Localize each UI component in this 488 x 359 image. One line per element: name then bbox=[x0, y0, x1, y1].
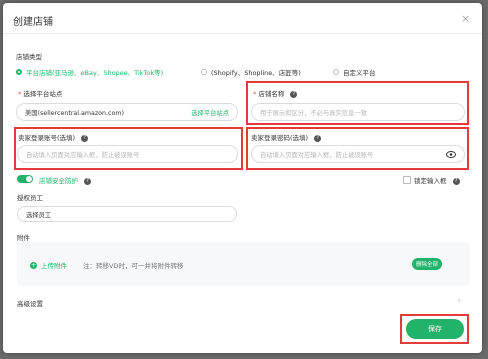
dialog-title: 创建店铺 bbox=[13, 17, 53, 28]
upload-attachment-button[interactable]: + 上传附件 bbox=[30, 260, 67, 270]
attachment-note: 注：转移VD时，可一并将附件转移 bbox=[83, 262, 184, 270]
plus-icon: + bbox=[30, 261, 37, 269]
security-label: 店铺安全防护 ? bbox=[39, 175, 92, 185]
seller-account-placeholder: 自动填入页面对应输入框，防止被误账号 bbox=[26, 151, 140, 159]
required-mark: * bbox=[253, 90, 257, 98]
help-icon: ? bbox=[290, 90, 298, 98]
store-name-label-text: 店铺名称 bbox=[258, 90, 285, 98]
radio-custom-platform[interactable]: 自定义平台 bbox=[333, 67, 376, 77]
platform-site-label-text: 选择平台站点 bbox=[23, 90, 63, 98]
radio-dot-icon bbox=[16, 69, 22, 75]
security-toggle[interactable] bbox=[17, 175, 33, 183]
employee-placeholder: 选择员工 bbox=[26, 211, 52, 219]
seller-account-label: 卖家登录账号(选填) ? bbox=[18, 132, 89, 142]
select-platform-site-link[interactable]: 选择平台站点 bbox=[191, 108, 229, 117]
help-icon: ? bbox=[84, 177, 92, 185]
help-icon: ? bbox=[452, 177, 460, 185]
platform-site-label: * 选择平台站点 bbox=[18, 88, 62, 98]
radio-platform-store[interactable]: 平台店铺(亚马逊、eBay、Shopee、TikTok等) bbox=[16, 67, 163, 77]
help-icon: ? bbox=[314, 134, 322, 142]
radio-dot-icon bbox=[333, 69, 339, 75]
radio-independent-store[interactable]: (Shopify、Shopline、店匠等) bbox=[201, 67, 301, 77]
delete-all-button[interactable]: 删除全部 bbox=[412, 258, 442, 270]
save-button[interactable]: 保存 bbox=[406, 319, 464, 339]
radio-dot-icon bbox=[201, 69, 207, 75]
lock-input-label-text: 锁定输入框 bbox=[414, 177, 447, 185]
radio-platform-store-label: 平台店铺(亚马逊、eBay、Shopee、TikTok等) bbox=[26, 69, 164, 77]
lock-input-checkbox[interactable] bbox=[403, 176, 411, 184]
attachment-label: 附件 bbox=[17, 234, 30, 242]
create-store-dialog: 创建店铺 × 店铺类型 平台店铺(亚马逊、eBay、Shopee、TikTok等… bbox=[3, 3, 482, 353]
lock-input-label: 锁定输入框 ? bbox=[414, 175, 460, 185]
seller-password-placeholder: 自动填入页面对应输入框，防止被误账号 bbox=[260, 151, 374, 159]
seller-account-label-text: 卖家登录账号(选填) bbox=[18, 134, 76, 142]
security-label-text: 店铺安全防护 bbox=[39, 177, 78, 185]
platform-site-value: 美国(sellercentral.amazon.com) bbox=[25, 109, 124, 117]
seller-password-label-text: 卖家登录密码(选填) bbox=[251, 134, 309, 142]
store-type-label: 店铺类型 bbox=[16, 53, 42, 61]
platform-site-field[interactable]: 美国(sellercentral.amazon.com) 选择平台站点 bbox=[16, 103, 238, 121]
seller-password-input[interactable]: 自动填入页面对应输入框，防止被误账号 bbox=[251, 145, 465, 163]
radio-independent-store-label: (Shopify、Shopline、店匠等) bbox=[211, 69, 301, 77]
eye-icon[interactable] bbox=[446, 150, 456, 158]
help-icon: ? bbox=[81, 134, 89, 142]
employee-label: 授权员工 bbox=[17, 194, 43, 202]
store-name-input[interactable]: 用于展示和区分，不必与真实信息一致 bbox=[251, 103, 465, 121]
upload-attachment-label: 上传附件 bbox=[41, 262, 67, 270]
employee-select[interactable]: 选择员工 bbox=[17, 206, 237, 222]
store-name-label: * 店铺名称 ? bbox=[253, 88, 298, 98]
chevron-right-icon[interactable]: › bbox=[457, 296, 461, 306]
store-name-placeholder: 用于展示和区分，不必与真实信息一致 bbox=[260, 109, 368, 117]
seller-password-label: 卖家登录密码(选填) ? bbox=[251, 132, 322, 142]
radio-custom-platform-label: 自定义平台 bbox=[343, 69, 376, 77]
close-icon[interactable]: × bbox=[461, 12, 470, 25]
header-divider bbox=[3, 33, 482, 34]
seller-account-input[interactable]: 自动填入页面对应输入框，防止被误账号 bbox=[17, 145, 238, 163]
advanced-settings-label[interactable]: 高级设置 bbox=[17, 298, 43, 308]
required-mark: * bbox=[18, 90, 22, 98]
